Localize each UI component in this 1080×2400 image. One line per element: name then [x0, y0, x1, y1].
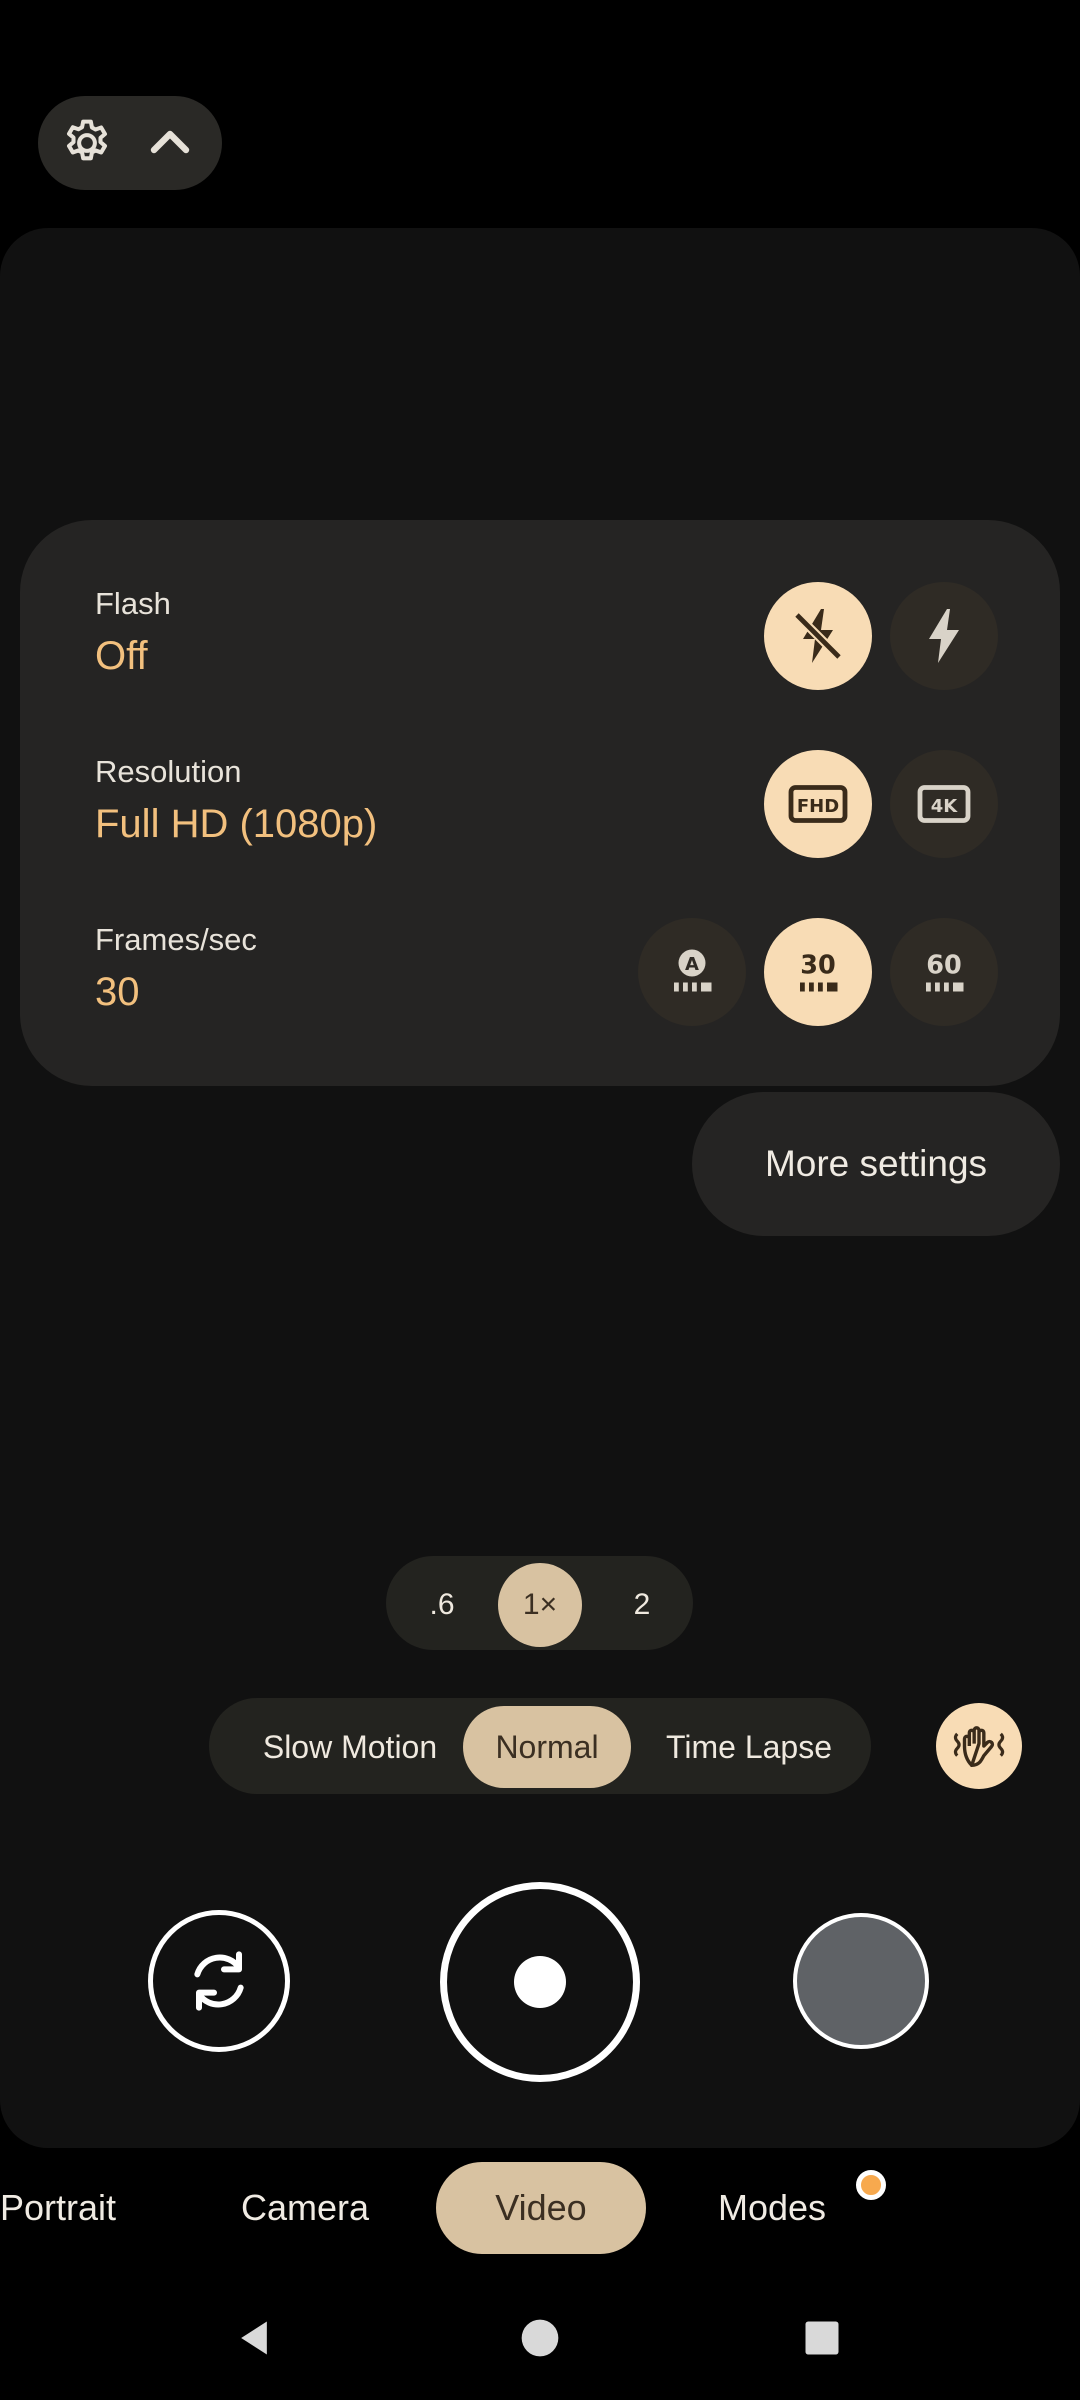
mode-camera[interactable]: Camera	[216, 2162, 394, 2254]
zoom-0.6[interactable]: .6	[400, 1563, 484, 1647]
more-settings-button[interactable]: More settings	[692, 1092, 1060, 1236]
flash-on-icon	[929, 609, 959, 663]
zoom-selector: .6 1× 2	[386, 1556, 693, 1650]
flash-on-option[interactable]	[890, 582, 998, 690]
switch-camera-icon	[194, 1951, 244, 2011]
back-triangle-icon	[241, 2321, 267, 2355]
stabilization-button[interactable]	[936, 1703, 1022, 1789]
fps-auto-option-text: A	[685, 954, 699, 975]
switch-camera-button[interactable]	[148, 1910, 290, 2052]
chevron-up-icon	[150, 130, 190, 154]
home-circle-icon	[521, 2319, 559, 2357]
record-dot-icon	[514, 1956, 566, 2008]
flash-value: Off	[95, 634, 148, 678]
recents-square-icon	[805, 2321, 839, 2355]
4k-option[interactable]: 4K	[890, 750, 998, 858]
speed-slow-motion[interactable]: Slow Motion	[223, 1706, 477, 1788]
video-speed-selector: Slow Motion Normal Time Lapse	[209, 1698, 871, 1794]
fps-label: Frames/sec	[95, 922, 257, 957]
record-button[interactable]	[440, 1882, 640, 2082]
quick-settings-panel: Flash Off Resolution Full HD (1080p) FHD	[20, 520, 1060, 1086]
fps-auto-icon: A	[674, 949, 712, 992]
fps-row: Frames/sec 30 A 30 60	[20, 918, 1060, 1072]
speed-time-lapse[interactable]: Time Lapse	[639, 1706, 859, 1788]
new-modes-badge	[856, 2170, 886, 2200]
fhd-option-text: FHD	[797, 796, 839, 817]
fhd-option[interactable]: FHD	[764, 750, 872, 858]
home-button[interactable]	[510, 2308, 570, 2368]
flash-row: Flash Off	[20, 582, 1060, 736]
back-button[interactable]	[224, 2308, 284, 2368]
fps-auto-option[interactable]: A	[638, 918, 746, 1026]
fps-30-option[interactable]: 30	[764, 918, 872, 1026]
camera-mode-bar: Portrait Camera Video Modes	[0, 2148, 1080, 2268]
4k-option-text: 4K	[931, 796, 959, 817]
fps-30-option-text: 30	[800, 951, 836, 981]
hand-stabilization-icon	[953, 1726, 1005, 1768]
recents-button[interactable]	[792, 2308, 852, 2368]
zoom-1x[interactable]: 1×	[498, 1563, 582, 1647]
fps-value: 30	[95, 970, 140, 1014]
fps-30-icon: 30	[800, 951, 838, 992]
system-navigation-bar	[0, 2268, 1080, 2400]
mode-portrait[interactable]: Portrait	[0, 2162, 132, 2254]
mode-modes[interactable]: Modes	[690, 2162, 854, 2254]
fps-60-option-text: 60	[926, 951, 962, 981]
zoom-2x[interactable]: 2	[600, 1563, 684, 1647]
settings-toggle-pill[interactable]	[38, 96, 222, 190]
flash-label: Flash	[95, 586, 171, 621]
resolution-value: Full HD (1080p)	[95, 802, 378, 846]
gallery-thumbnail[interactable]	[793, 1913, 929, 2049]
mode-video[interactable]: Video	[436, 2162, 646, 2254]
flash-off-option[interactable]	[764, 582, 872, 690]
resolution-label: Resolution	[95, 754, 242, 789]
fps-60-option[interactable]: 60	[890, 918, 998, 1026]
fhd-icon: FHD	[788, 785, 848, 823]
speed-normal[interactable]: Normal	[463, 1706, 631, 1788]
fps-60-icon: 60	[926, 951, 964, 992]
resolution-row: Resolution Full HD (1080p) FHD 4K	[20, 750, 1060, 904]
gear-icon	[66, 119, 108, 161]
flash-off-icon	[793, 609, 843, 663]
4k-icon: 4K	[917, 785, 971, 823]
